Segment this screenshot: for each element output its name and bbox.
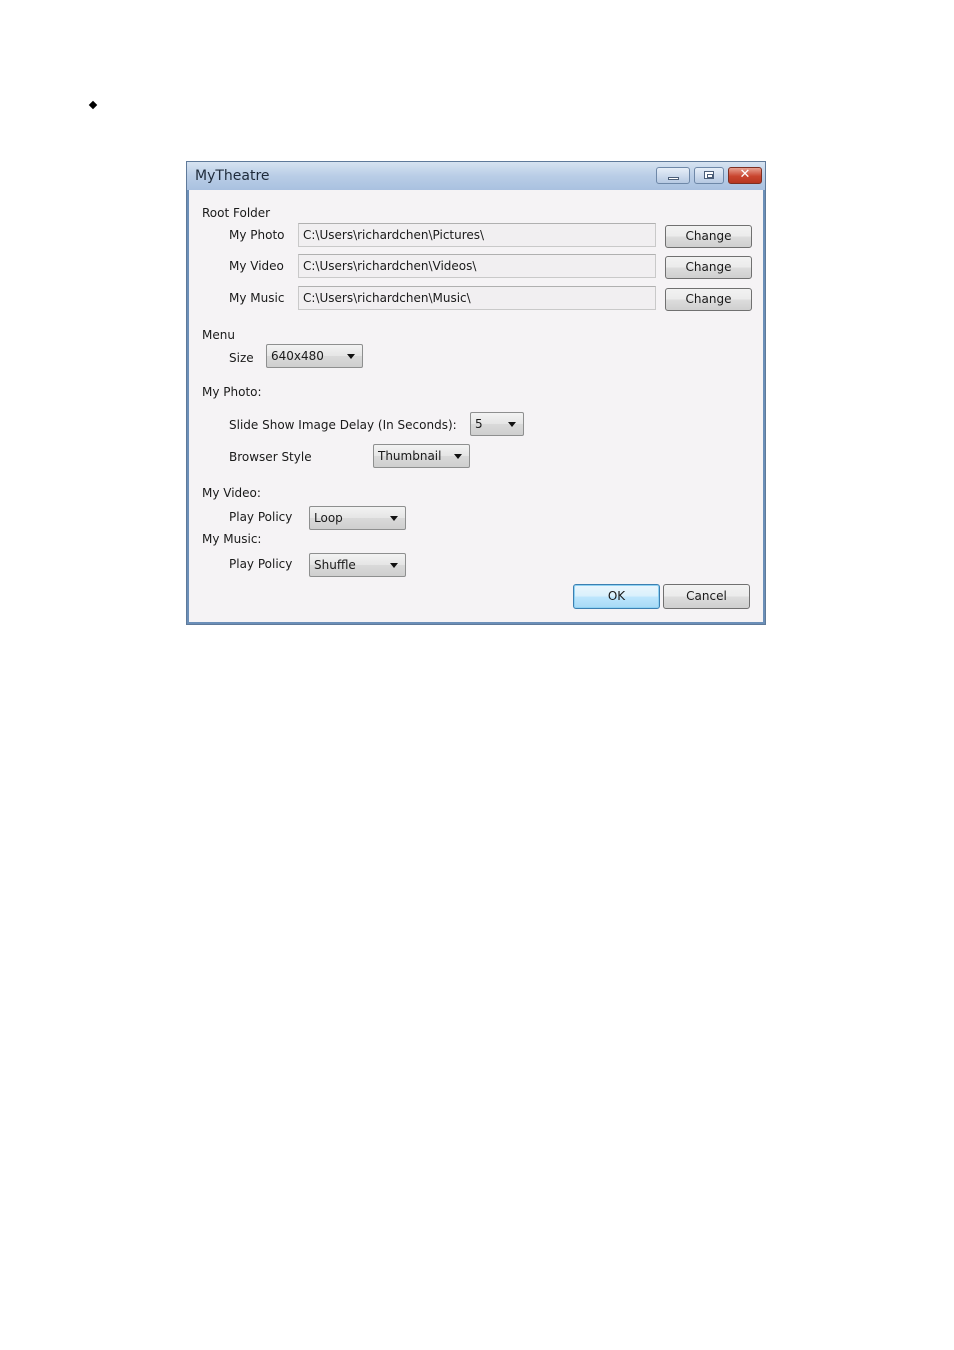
chevron-down-icon	[454, 454, 462, 459]
chevron-down-icon	[508, 422, 516, 427]
window-title: MyTheatre	[195, 168, 270, 184]
my-photo-label: My Photo	[229, 228, 285, 242]
close-icon: ✕	[739, 167, 751, 182]
chevron-down-icon	[390, 563, 398, 568]
my-video-label: My Video	[229, 259, 284, 273]
menu-heading: Menu	[202, 328, 235, 342]
change-music-folder-button[interactable]: Change	[665, 288, 752, 311]
menu-size-dropdown[interactable]: 640x480	[266, 344, 363, 368]
browser-style-label: Browser Style	[229, 450, 312, 464]
mytheatre-dialog: MyTheatre ✕ Root Folder My Photo C:\User…	[186, 161, 766, 625]
chevron-down-icon	[390, 516, 398, 521]
diamond-bullet-icon	[89, 101, 97, 109]
dialog-body: Root Folder My Photo C:\Users\richardche…	[189, 190, 763, 622]
ok-button[interactable]: OK	[573, 584, 660, 609]
root-folder-heading: Root Folder	[202, 206, 271, 220]
video-play-policy-dropdown[interactable]: Loop	[309, 506, 406, 530]
cancel-button[interactable]: Cancel	[663, 584, 750, 609]
my-music-heading: My Music:	[202, 532, 262, 546]
my-music-label: My Music	[229, 291, 285, 305]
music-play-policy-value: Shuffle	[314, 558, 356, 572]
maximize-icon	[704, 171, 714, 179]
slide-show-delay-dropdown[interactable]: 5	[470, 412, 524, 436]
menu-size-value: 640x480	[271, 349, 324, 363]
change-photo-folder-button[interactable]: Change	[665, 225, 752, 248]
my-music-path-field[interactable]: C:\Users\richardchen\Music\	[298, 286, 656, 310]
slide-show-delay-value: 5	[475, 417, 483, 431]
browser-style-dropdown[interactable]: Thumbnail	[373, 444, 470, 468]
my-photo-path-field[interactable]: C:\Users\richardchen\Pictures\	[298, 223, 656, 247]
minimize-icon	[668, 177, 679, 180]
my-video-path-field[interactable]: C:\Users\richardchen\Videos\	[298, 254, 656, 278]
music-play-policy-dropdown[interactable]: Shuffle	[309, 553, 406, 577]
close-button[interactable]: ✕	[728, 167, 762, 184]
music-play-policy-label: Play Policy	[229, 557, 293, 571]
title-bar[interactable]: MyTheatre ✕	[187, 162, 765, 190]
my-video-heading: My Video:	[202, 486, 261, 500]
video-play-policy-value: Loop	[314, 511, 343, 525]
minimize-button[interactable]	[656, 167, 690, 184]
maximize-button[interactable]	[694, 167, 724, 184]
change-video-folder-button[interactable]: Change	[665, 256, 752, 279]
slide-show-delay-label: Slide Show Image Delay (In Seconds):	[229, 418, 457, 432]
my-photo-heading: My Photo:	[202, 385, 262, 399]
chevron-down-icon	[347, 354, 355, 359]
browser-style-value: Thumbnail	[378, 449, 442, 463]
video-play-policy-label: Play Policy	[229, 510, 293, 524]
size-label: Size	[229, 351, 254, 365]
